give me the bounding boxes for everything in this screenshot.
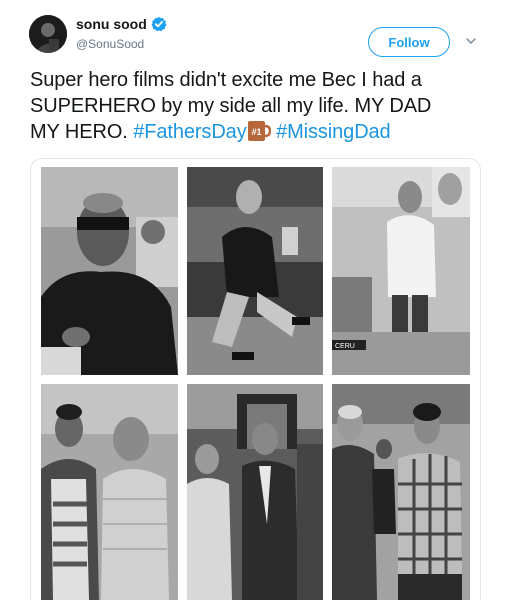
hashtag-missing-dad[interactable]: #MissingDad (276, 121, 391, 143)
tweet-line-2: SUPERHERO by my side all my life. MY DAD (30, 95, 432, 117)
photo-father-sunglasses[interactable] (41, 167, 178, 375)
photo-father-and-son-hotel[interactable] (187, 384, 323, 600)
photo-sonu-with-father[interactable] (41, 384, 178, 600)
media-grid: CERU (30, 158, 481, 600)
tweet-line-3: MY HERO. #FathersDay #1 #MissingDad (30, 119, 500, 145)
follow-button[interactable]: Follow (368, 27, 450, 57)
number-one-mug-icon: #1 (247, 120, 271, 142)
photo-father-standing-mall[interactable]: CERU (332, 167, 470, 375)
photo-father-with-young-sonu[interactable] (332, 384, 470, 600)
mall-sign-text: CERU (335, 343, 355, 350)
tweet-text: Super hero films didn't excite me Bec I … (30, 67, 500, 145)
tweet-line-1: Super hero films didn't excite me Bec I … (30, 69, 422, 91)
tweet-text-plain: MY HERO. (30, 121, 134, 143)
verified-badge-icon (151, 16, 167, 32)
avatar[interactable] (29, 15, 67, 53)
display-name[interactable]: sonu sood (76, 16, 147, 32)
hashtag-fathers-day[interactable]: #FathersDay (133, 121, 247, 143)
tweet-header: sonu sood @SonuSood Follow (0, 0, 509, 66)
name-row: sonu sood (76, 16, 167, 32)
user-handle[interactable]: @SonuSood (76, 37, 144, 51)
photo-father-on-sofa[interactable] (187, 167, 323, 375)
chevron-down-icon[interactable] (464, 34, 478, 48)
emoji-label: #1 (251, 127, 261, 137)
